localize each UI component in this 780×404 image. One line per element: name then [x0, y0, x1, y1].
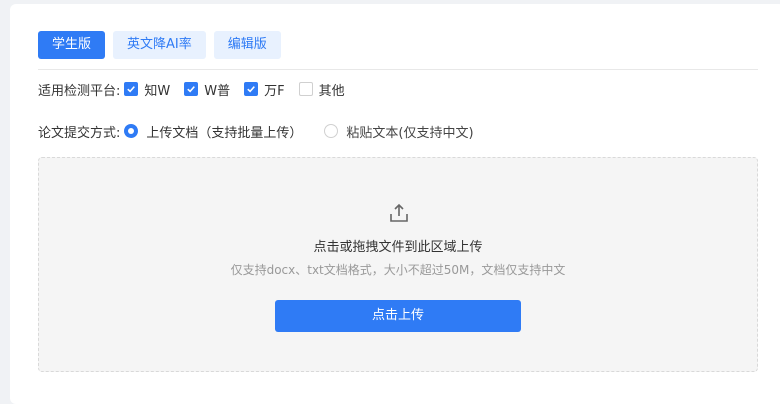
dropzone-title: 点击或拖拽文件到此区域上传: [313, 240, 483, 255]
platform-label-wanf: 万F: [264, 83, 285, 99]
tab-english-ai-reduce[interactable]: 英文降AI率: [113, 31, 206, 59]
version-tabs: 学生版 英文降AI率 编辑版: [38, 31, 281, 59]
checkbox-checked-icon: [124, 82, 139, 96]
platform-label-other: 其他: [318, 83, 345, 99]
upload-card: 学生版 英文降AI率 编辑版 适用检测平台: 知W W普 万F 其他 论文提交方…: [10, 4, 780, 404]
radio-label-upload: 上传文档（支持批量上传）: [146, 125, 303, 141]
checkbox-unchecked-icon: [298, 82, 313, 96]
file-dropzone[interactable]: 点击或拖拽文件到此区域上传 仅支持docx、txt文档格式，大小不超过50M，文…: [38, 157, 758, 372]
radio-selected-icon: [124, 124, 139, 138]
upload-button[interactable]: 点击上传: [275, 300, 521, 332]
upload-icon[interactable]: [388, 202, 410, 224]
platform-checkbox-zhiw[interactable]: 知W: [124, 80, 170, 99]
platform-row: 适用检测平台: 知W W普 万F 其他: [38, 78, 359, 100]
tab-student[interactable]: 学生版: [38, 31, 106, 59]
platform-checkbox-wpu[interactable]: W普: [184, 80, 230, 99]
platform-checkbox-wanf[interactable]: 万F: [244, 80, 285, 99]
radio-upload-document[interactable]: 上传文档（支持批量上传）: [124, 122, 302, 141]
checkbox-checked-icon: [184, 82, 199, 96]
radio-unselected-icon: [324, 124, 339, 138]
tab-editor[interactable]: 编辑版: [213, 31, 281, 59]
tabs-divider: [38, 69, 758, 70]
submit-method-row: 论文提交方式: 上传文档（支持批量上传） 粘贴文本(仅支持中文): [38, 120, 496, 142]
platform-label: 适用检测平台:: [38, 83, 121, 99]
submit-method-label: 论文提交方式:: [38, 125, 121, 141]
platform-label-wpu: W普: [204, 83, 231, 99]
radio-paste-text[interactable]: 粘贴文本(仅支持中文): [324, 122, 474, 141]
platform-checkbox-other[interactable]: 其他: [298, 80, 345, 99]
platform-label-zhiw: 知W: [144, 83, 171, 99]
checkbox-checked-icon: [244, 82, 259, 96]
radio-label-paste: 粘贴文本(仅支持中文): [346, 125, 474, 141]
dropzone-hint: 仅支持docx、txt文档格式，大小不超过50M，文档仅支持中文: [230, 263, 566, 277]
